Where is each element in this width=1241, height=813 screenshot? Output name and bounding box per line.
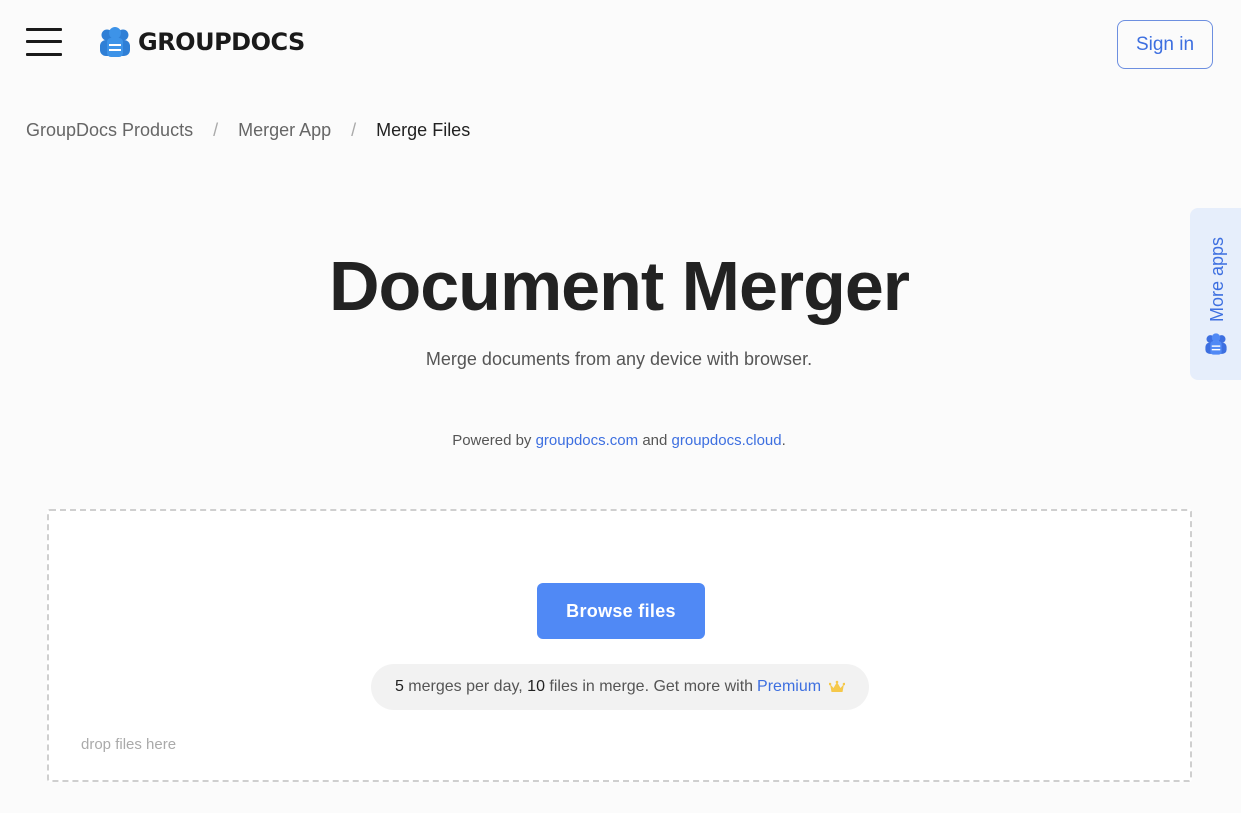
breadcrumb-groupdocs-products[interactable]: GroupDocs Products — [26, 120, 193, 141]
breadcrumb-merge-files: Merge Files — [376, 120, 471, 140]
merges-text: merges per day, — [408, 678, 523, 695]
breadcrumb: GroupDocs Products / Merger App / Merge … — [26, 120, 470, 141]
more-apps-tab[interactable]: More apps — [1190, 208, 1241, 380]
file-drop-zone[interactable]: Browse files 5 merges per day, 10 files … — [47, 509, 1192, 782]
breadcrumb-separator: / — [213, 120, 219, 140]
page-title: Document Merger — [328, 247, 910, 325]
premium-link[interactable]: Premium — [757, 678, 821, 696]
groupdocs-com-link[interactable]: groupdocs.com — [536, 432, 639, 449]
crown-icon — [829, 680, 846, 694]
groupdocs-logo[interactable]: GROUPDOCS — [98, 26, 305, 58]
hamburger-menu-icon[interactable] — [26, 28, 62, 56]
groupdocs-cloud-link[interactable]: groupdocs.cloud — [672, 432, 782, 449]
powered-suffix: . — [781, 432, 786, 449]
powered-by: Powered by groupdocs.com and groupdocs.c… — [0, 432, 1238, 449]
groupdocs-apps-icon — [1205, 333, 1227, 355]
merges-count: 5 — [394, 678, 404, 695]
breadcrumb-merger-app[interactable]: Merger App — [238, 120, 331, 141]
groupdocs-logo-icon — [100, 27, 130, 57]
logo-text: GROUPDOCS — [138, 28, 305, 56]
drop-files-hint: drop files here — [81, 736, 177, 753]
usage-limits-badge: 5 merges per day, 10 files in merge. Get… — [371, 664, 869, 710]
powered-and: and — [642, 432, 668, 449]
sign-in-button[interactable]: Sign in — [1117, 20, 1213, 69]
page-subtitle: Merge documents from any device with bro… — [425, 349, 813, 369]
files-count: 10 — [527, 678, 545, 695]
powered-prefix: Powered by — [452, 432, 532, 449]
breadcrumb-separator: / — [351, 120, 357, 140]
browse-files-button[interactable]: Browse files — [537, 583, 705, 639]
files-text: files in merge. Get more with — [549, 678, 754, 695]
header: GROUPDOCS Sign in — [0, 0, 1241, 88]
more-apps-label: More apps — [1207, 236, 1227, 322]
